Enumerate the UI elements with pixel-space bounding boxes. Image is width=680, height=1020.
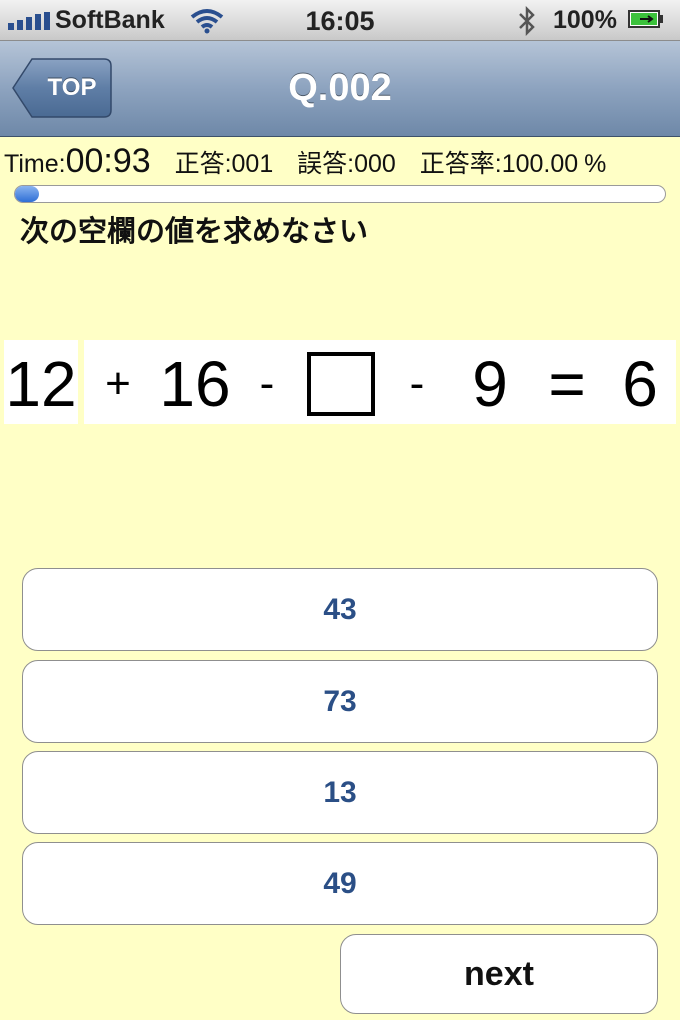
rate-value: 100.00: [501, 150, 579, 178]
equation-term-1: 12: [5, 348, 77, 420]
equation-equals: =: [548, 348, 586, 420]
rate-label: 正答率:: [419, 150, 502, 178]
progress-fill: [15, 186, 39, 202]
equation-term-2: 16: [159, 348, 231, 420]
answer-button-4[interactable]: 49: [22, 842, 658, 925]
correct-value: 001: [231, 150, 274, 178]
status-bar: SoftBank 16:05 100%: [0, 0, 680, 41]
stats-line: Time:00:93 正答:001 誤答:000 正答率:100.00%: [4, 142, 676, 182]
equation-operator-minus-2: -: [409, 359, 425, 408]
equation-operator-plus: +: [105, 359, 131, 408]
page-title: Q.002: [288, 67, 392, 109]
time-label: Time:: [4, 150, 66, 178]
equation-term-3: 9: [472, 348, 508, 420]
equation-operator-minus-1: -: [259, 359, 275, 408]
answer-button-3[interactable]: 13: [22, 751, 658, 834]
equation-blank-box: [307, 352, 375, 416]
question-instruction: 次の空欄の値を求めなさい: [20, 216, 369, 248]
bluetooth-icon: [519, 6, 535, 36]
wrong-label: 誤答:: [297, 150, 355, 178]
equation-result: 6: [622, 348, 658, 420]
time-value: 00:93: [65, 142, 151, 180]
answer-button-1[interactable]: 43: [22, 568, 658, 651]
equation-divider: [78, 340, 84, 424]
battery-icon: [628, 10, 663, 28]
next-button[interactable]: next: [340, 934, 658, 1014]
wrong-value: 000: [354, 150, 396, 178]
battery-percent: 100%: [553, 6, 617, 34]
navigation-bar: TOP Q.002: [0, 41, 680, 137]
correct-label: 正答:: [174, 150, 232, 178]
rate-unit: %: [584, 150, 607, 178]
answer-button-2[interactable]: 73: [22, 660, 658, 743]
progress-bar: [14, 185, 666, 203]
